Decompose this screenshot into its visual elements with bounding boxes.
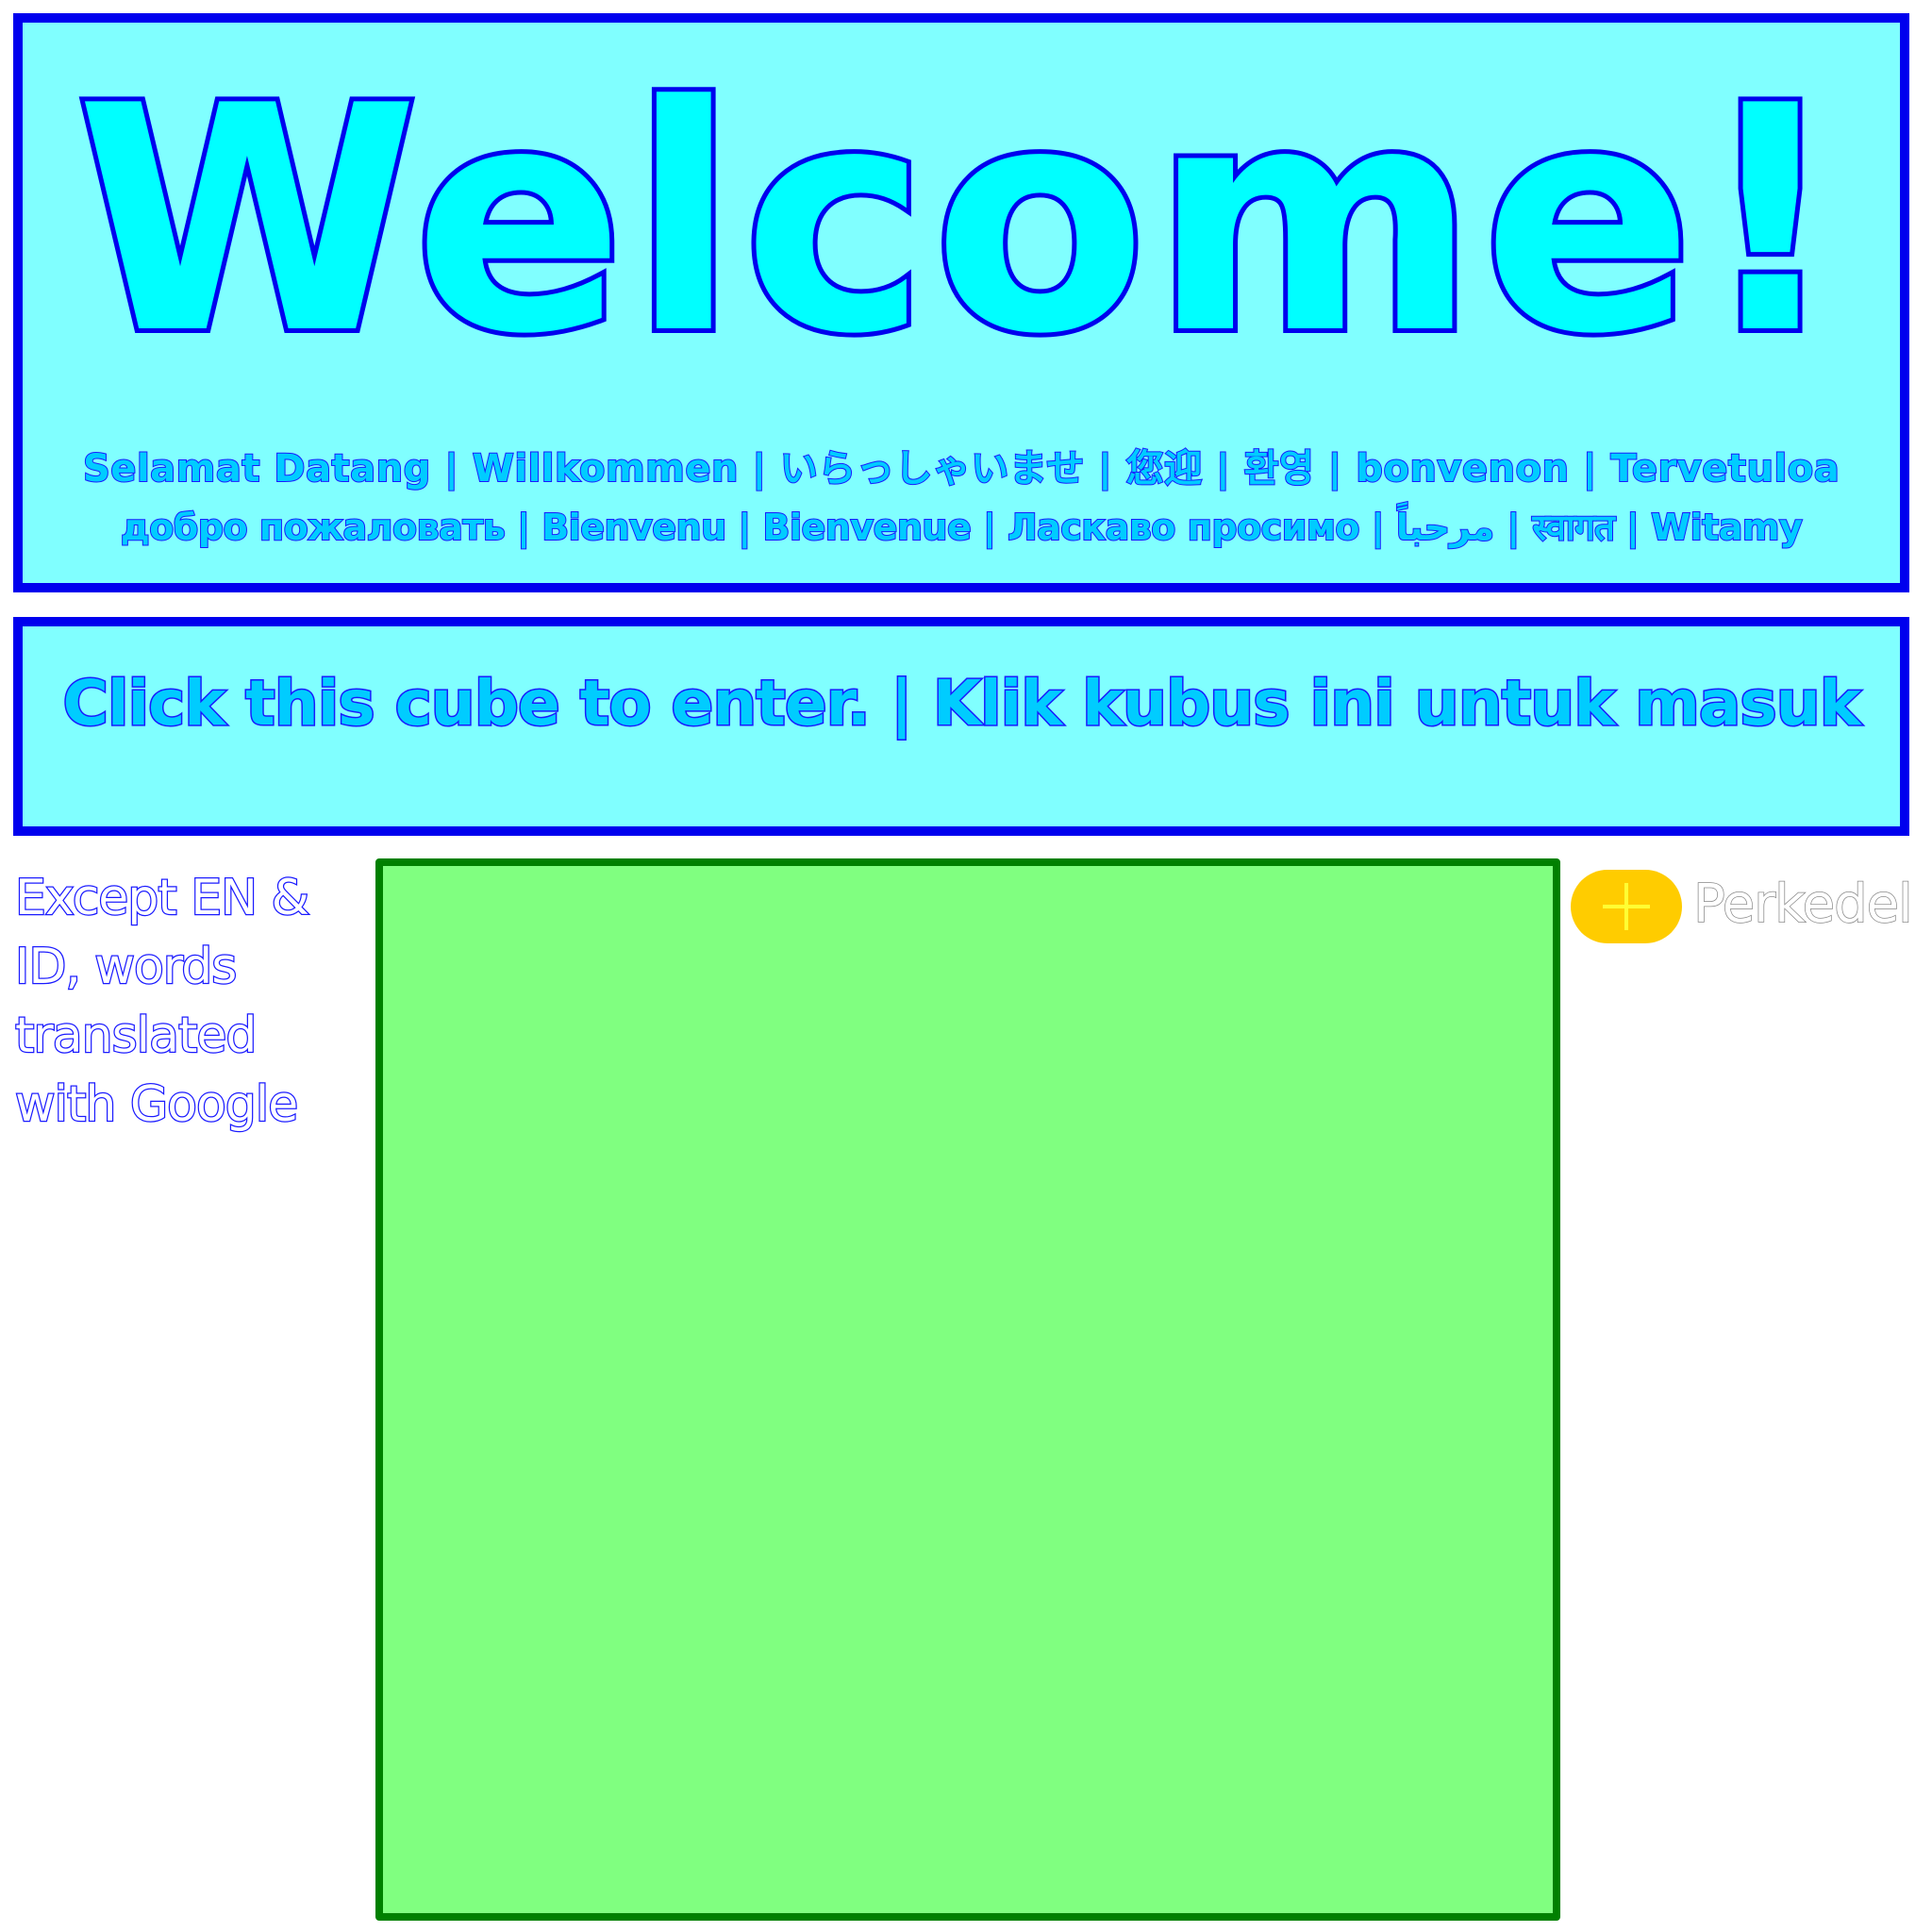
enter-instruction-text: Click this cube to enter. | Klik kubus i… xyxy=(61,666,1862,741)
welcome-languages-line-2: добро пожаловать | Bienvenu | Bienvenue … xyxy=(120,506,1804,549)
enter-instruction-panel: Click this cube to enter. | Klik kubus i… xyxy=(13,617,1909,836)
welcome-panel: Welcome! Selamat Datang | Willkommen | い… xyxy=(13,13,1909,592)
enter-cube[interactable] xyxy=(375,858,1560,1921)
welcome-languages-line-1: Selamat Datang | Willkommen | いらっしゃいませ |… xyxy=(82,446,1840,491)
translation-note: Except EN & ID, words translated with Go… xyxy=(14,869,311,1135)
welcome-title: Welcome! xyxy=(71,40,1847,402)
add-button[interactable] xyxy=(1571,870,1682,943)
add-button-label[interactable]: Perkedel xyxy=(1692,872,1913,938)
